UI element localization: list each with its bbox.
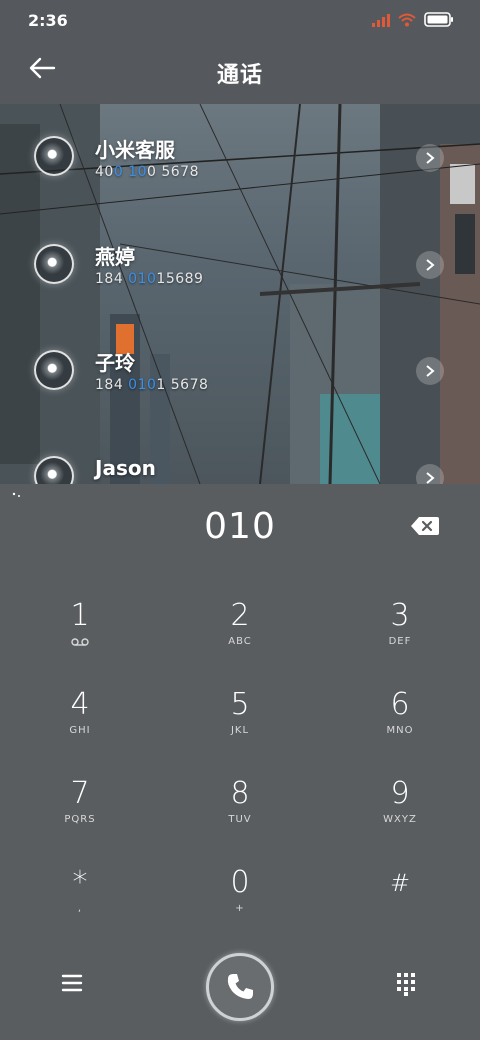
avatar [34,456,74,484]
signal-icon [372,13,390,27]
phone-icon [227,974,253,999]
contact-detail-button[interactable] [416,251,444,279]
contact-row[interactable]: Jason [0,426,480,484]
status-icons [372,12,454,27]
key-star[interactable]: * , [20,865,140,945]
status-time: 2:36 [28,11,68,30]
key-6[interactable]: 6 MNO [340,687,460,767]
contact-number: 400 100 5678 [95,164,199,180]
key-9[interactable]: 9 WXYZ [340,776,460,856]
backspace-icon [411,517,439,535]
key-7[interactable]: 7 PQRS [20,776,140,856]
page-title: 通话 [216,63,263,88]
chevron-right-icon [426,152,435,164]
key-4[interactable]: 4 GHI [20,687,140,767]
contact-name: 燕婷 [95,245,135,269]
avatar [34,136,74,176]
contact-name: Jason [95,456,156,480]
sparkle-decoration [12,492,20,497]
avatar [34,244,74,284]
wifi-icon [398,13,416,27]
key-5[interactable]: 5 JKL [180,687,300,767]
chevron-right-icon [426,472,435,484]
dialpad-toggle-button[interactable] [396,972,418,998]
contact-row[interactable]: 燕婷 184 01015689 [0,214,480,314]
contact-results-list[interactable]: 小米客服 400 100 5678 燕婷 184 01015689 子玲 184… [0,104,480,484]
contact-row[interactable]: 小米客服 400 100 5678 [0,104,480,204]
contact-number: 184 01015689 [95,271,204,287]
contact-number: 184 0101 5678 [95,377,209,393]
chevron-right-icon [426,259,435,271]
top-bar: 通话 [0,40,480,104]
voicemail-icon [71,638,89,646]
battery-icon [424,12,454,27]
key-2[interactable]: 2 ABC [180,598,300,678]
dialpad-icon [397,973,415,996]
dial-number-display[interactable]: 010 [0,506,480,547]
call-button[interactable] [206,953,274,1021]
status-bar: 2:36 [0,0,480,40]
key-1[interactable]: 1 [20,598,140,678]
hamburger-menu-icon [61,974,83,992]
contact-name: 小米客服 [95,138,175,162]
key-0[interactable]: 0 + [180,865,300,945]
key-3[interactable]: 3 DEF [340,598,460,678]
chevron-right-icon [426,365,435,377]
key-8[interactable]: 8 TUV [180,776,300,856]
backspace-button[interactable] [410,515,442,539]
contact-name: 子玲 [95,351,135,375]
key-hash[interactable]: # [340,865,460,945]
contact-detail-button[interactable] [416,464,444,484]
avatar [34,350,74,390]
contact-detail-button[interactable] [416,357,444,385]
menu-button[interactable] [60,973,88,997]
bottom-bar [0,950,480,1030]
contact-detail-button[interactable] [416,144,444,172]
contact-row[interactable]: 子玲 184 0101 5678 [0,320,480,420]
